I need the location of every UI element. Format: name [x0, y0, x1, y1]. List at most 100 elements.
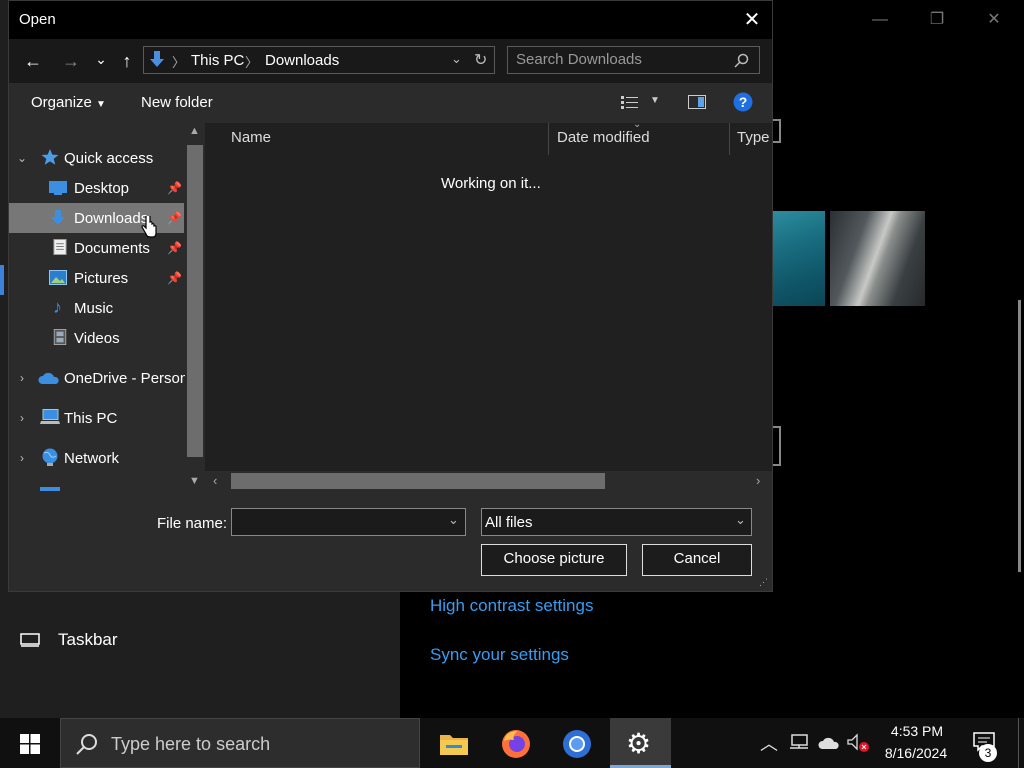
breadcrumb-this-pc[interactable]: This PC [191, 52, 244, 69]
nav-item-label: Desktop [74, 179, 130, 197]
view-options-icon[interactable] [621, 95, 639, 110]
file-explorer-app[interactable] [426, 718, 482, 768]
minimize-icon[interactable]: — [868, 8, 892, 32]
open-file-dialog: Open ✕ ← → ⌄ ↑ 〉 This PC 〉 Downloads ⌄ ↻… [8, 0, 773, 592]
show-desktop-button[interactable] [1018, 718, 1019, 768]
column-header-name[interactable]: Name [231, 129, 271, 146]
onedrive-tray-icon[interactable] [818, 736, 840, 750]
organize-label: Organize [31, 94, 92, 111]
nav-item-music[interactable]: ♪ Music [9, 293, 184, 323]
forward-icon[interactable]: → [59, 49, 83, 73]
videos-icon [53, 329, 67, 345]
documents-icon [53, 239, 67, 255]
chevron-right-icon[interactable]: › [15, 411, 29, 425]
sidebar-item-taskbar[interactable]: Taskbar [20, 630, 118, 650]
file-name-combobox[interactable]: ⌄ [231, 508, 466, 536]
show-hidden-icons-icon[interactable]: ︿ [760, 730, 778, 756]
resize-grip-icon[interactable]: ⋰ [759, 577, 768, 588]
clock-time[interactable]: 4:53 PM [886, 723, 948, 739]
sync-settings-link[interactable]: Sync your settings [430, 645, 569, 665]
nav-pane-scroll-thumb[interactable] [187, 145, 203, 457]
background-thumbnail[interactable] [830, 211, 925, 306]
settings-app[interactable]: ⚙ [610, 718, 671, 768]
dialog-footer: File name: ⌄ All files ⌄ Choose picture … [9, 491, 772, 591]
command-bar: Organize ▼ New folder ▼ ? [9, 83, 772, 123]
choose-picture-button[interactable]: Choose picture [481, 544, 627, 576]
scroll-down-icon[interactable]: ▼ [189, 475, 200, 487]
taskbar-search[interactable]: Type here to search [60, 718, 420, 768]
downloads-icon [150, 51, 164, 67]
recent-locations-icon[interactable]: ⌄ [89, 47, 113, 71]
pin-icon[interactable]: 📌 [167, 181, 182, 195]
gear-icon: ⚙ [626, 728, 652, 759]
chrome-app[interactable] [549, 718, 605, 768]
caret-down-icon[interactable]: ▼ [650, 95, 660, 106]
nav-item-network[interactable]: › Network [9, 443, 184, 473]
high-contrast-settings-link[interactable]: High contrast settings [430, 596, 593, 616]
address-bar[interactable]: 〉 This PC 〉 Downloads ⌄ ↻ [143, 46, 495, 74]
volume-muted-icon[interactable] [847, 733, 871, 753]
settings-scrollbar[interactable] [1018, 300, 1021, 572]
pictures-icon [49, 270, 67, 285]
column-header-type[interactable]: Type [737, 129, 770, 146]
file-list-hscroll-thumb[interactable] [231, 473, 605, 489]
scroll-right-icon[interactable]: › [756, 473, 760, 488]
up-icon[interactable]: ↑ [115, 49, 139, 73]
settings-control-edge [773, 426, 781, 466]
network-status-icon[interactable] [789, 734, 809, 752]
pin-icon[interactable]: 📌 [167, 211, 182, 225]
chevron-down-icon[interactable]: ⌄ [735, 512, 746, 528]
pin-icon[interactable]: 📌 [167, 271, 182, 285]
close-window-icon[interactable]: ✕ [982, 8, 1006, 32]
nav-quick-access[interactable]: ⌄ Quick access [9, 143, 184, 173]
scroll-up-icon[interactable]: ▲ [189, 125, 200, 137]
cancel-button[interactable]: Cancel [642, 544, 752, 576]
firefox-app[interactable] [488, 718, 544, 768]
new-folder-button[interactable]: New folder [141, 94, 213, 111]
refresh-icon[interactable]: ↻ [474, 50, 487, 70]
restore-icon[interactable]: ❐ [925, 8, 949, 32]
chevron-down-icon[interactable]: ⌄ [15, 151, 29, 165]
music-icon: ♪ [53, 297, 62, 317]
help-icon[interactable]: ? [733, 92, 753, 112]
organize-button[interactable]: Organize ▼ [31, 94, 106, 111]
nav-item-desktop[interactable]: Desktop 📌 [9, 173, 184, 203]
start-button[interactable] [0, 718, 60, 768]
notification-count-badge: 3 [979, 744, 997, 762]
chevron-down-icon[interactable]: ⌄ [448, 512, 459, 528]
nav-item-pictures[interactable]: Pictures 📌 [9, 263, 184, 293]
column-divider[interactable] [548, 123, 549, 155]
breadcrumb-downloads[interactable]: Downloads [265, 52, 339, 69]
onedrive-icon [38, 372, 59, 384]
preview-pane-icon[interactable] [688, 95, 706, 109]
nav-item-label: This PC [64, 409, 118, 427]
nav-item-label: Network [64, 449, 120, 467]
chevron-right-icon[interactable]: › [15, 451, 29, 465]
hand-cursor-icon [141, 216, 157, 238]
nav-item-videos[interactable]: Videos [9, 323, 184, 353]
nav-item-label: Pictures [74, 269, 129, 287]
desktop-icon [49, 181, 67, 195]
breadcrumb-separator: 〉 [172, 55, 186, 70]
search-box[interactable] [507, 46, 760, 74]
column-header-date-modified[interactable]: Date modified [557, 129, 650, 146]
nav-item-onedrive[interactable]: › OneDrive - Person [9, 363, 188, 393]
navigation-pane: ⌄ Quick access Desktop 📌 Downloads 📌 Doc… [9, 123, 205, 491]
pin-icon[interactable]: 📌 [167, 241, 182, 255]
breadcrumb-separator: 〉 [245, 55, 259, 70]
file-type-select[interactable]: All files ⌄ [481, 508, 752, 536]
chevron-right-icon[interactable]: › [15, 371, 29, 385]
clock-date[interactable]: 8/16/2024 [880, 745, 952, 761]
action-center-button[interactable]: 3 [962, 718, 1012, 768]
column-divider[interactable] [729, 123, 730, 155]
chevron-down-icon[interactable]: ⌄ [451, 51, 462, 67]
taskbar-search-placeholder: Type here to search [111, 734, 271, 754]
back-icon[interactable]: ← [21, 49, 45, 73]
background-thumbnail[interactable] [772, 211, 825, 306]
close-icon[interactable]: ✕ [737, 5, 767, 35]
nav-item-label: Documents [74, 239, 150, 257]
search-input[interactable] [516, 51, 736, 68]
nav-item-this-pc[interactable]: › This PC [9, 403, 184, 433]
star-icon [41, 149, 59, 165]
scroll-left-icon[interactable]: ‹ [213, 473, 217, 488]
